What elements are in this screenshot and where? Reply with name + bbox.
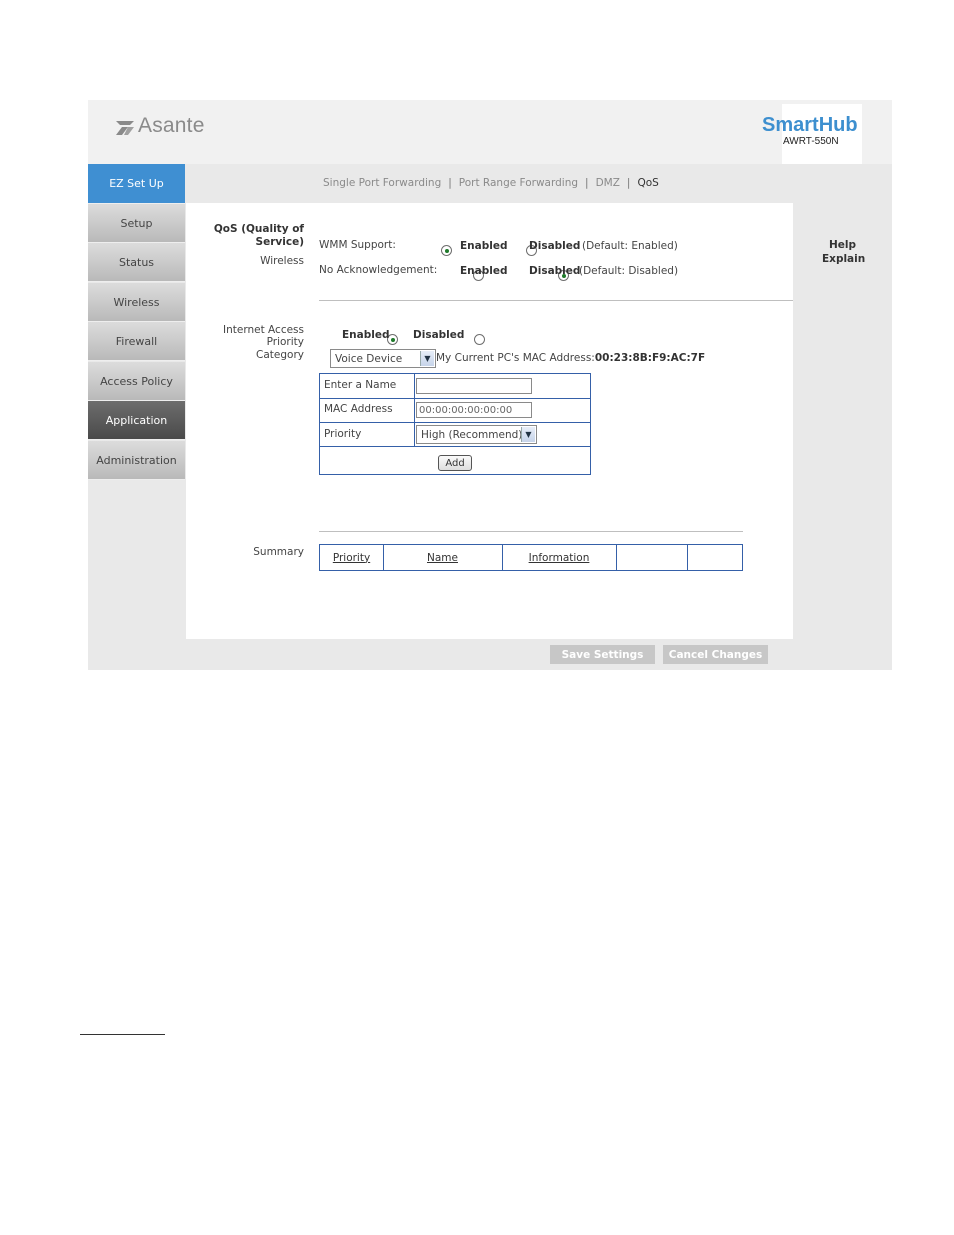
table-rule [320,446,590,447]
summary-col-empty [616,545,688,570]
category-select[interactable]: Voice Device ▼ [330,349,436,368]
mac-info-prefix: My Current PC's MAC Address: [436,352,595,364]
wmm-label: WMM Support: [319,239,396,251]
tab-separator: | [448,177,452,189]
sub-tabs: Single Port Forwarding | Port Range Forwar… [323,177,659,189]
tab-port-range-forwarding[interactable]: Port Range Forwarding [459,177,578,189]
save-settings-button[interactable]: Save Settings [550,645,655,664]
table-rule [320,398,590,399]
category-select-value: Voice Device [335,352,403,365]
wmm-enabled-label: Enabled [460,240,508,252]
page-underline [80,1034,165,1035]
tab-single-port-forwarding[interactable]: Single Port Forwarding [323,177,441,189]
tab-separator: | [626,177,631,189]
cancel-changes-button[interactable]: Cancel Changes [663,645,768,664]
table-rule [320,422,590,423]
sidebar-item-status[interactable]: Status [88,243,185,282]
divider [319,531,743,532]
noack-default-note: (Default: Disabled) [579,265,679,277]
summary-col-empty [687,545,742,570]
name-input[interactable] [416,378,532,394]
mac-label: MAC Address [324,403,393,415]
asante-logo-icon [116,120,134,139]
chevron-down-icon: ▼ [521,427,535,442]
wmm-default-note: (Default: Enabled) [582,240,678,252]
summary-col-priority[interactable]: Priority [320,545,384,570]
summary-table: Priority Name Information [319,544,743,571]
summary-col-information[interactable]: Information [502,545,617,570]
internet-access-priority-label: Internet Access Priority [223,324,304,348]
sidebar-item-ez-setup[interactable]: EZ Set Up [88,164,185,204]
wmm-enabled-radio[interactable] [441,245,452,256]
table-rule [414,374,415,447]
category-label: Category [256,349,304,361]
noack-label: No Acknowledgement: [319,264,438,276]
sidebar-item-wireless[interactable]: Wireless [88,283,185,322]
summary-label: Summary [253,546,304,558]
section-title-qos: QoS (Quality of Service) [213,223,304,248]
chevron-down-icon: ▼ [420,351,434,366]
summary-col-name[interactable]: Name [383,545,503,570]
product-name: SmartHub [762,114,858,136]
add-button[interactable]: Add [438,455,472,471]
tab-separator: | [585,177,589,189]
noack-enabled-label: Enabled [460,265,508,277]
tab-dmz[interactable]: DMZ [596,177,620,189]
brand-logo: Asante [138,114,205,137]
divider [319,300,793,301]
mac-info: My Current PC's MAC Address:00:23:8B:F9:… [436,352,705,364]
name-label: Enter a Name [324,379,397,391]
priority-select[interactable]: High (Recommend) ▼ [416,425,537,444]
sidebar-item-firewall[interactable]: Firewall [88,322,185,361]
priority-select-value: High (Recommend) [421,428,523,441]
help-title: Help [829,239,857,251]
tab-qos[interactable]: QoS [637,177,658,189]
priority-disabled-label: Disabled [413,329,465,341]
sidebar-item-administration[interactable]: Administration [88,441,185,480]
wmm-disabled-label: Disabled [529,240,581,252]
product-model: AWRT-550N [783,136,839,147]
help-explain-link[interactable]: Explain [822,253,865,265]
sidebar-item-setup[interactable]: Setup [88,204,185,243]
mac-info-value: 00:23:8B:F9:AC:7F [594,352,706,364]
device-form-table: Enter a Name MAC Address Priority High (… [319,373,591,475]
wireless-label: Wireless [260,255,304,267]
sidebar-item-access-policy[interactable]: Access Policy [88,362,185,401]
sidebar-item-application[interactable]: Application [88,401,185,440]
priority-enabled-label: Enabled [342,329,390,341]
mac-input[interactable] [416,402,532,418]
noack-disabled-label: Disabled [529,265,581,277]
priority-label: Priority [324,428,362,440]
